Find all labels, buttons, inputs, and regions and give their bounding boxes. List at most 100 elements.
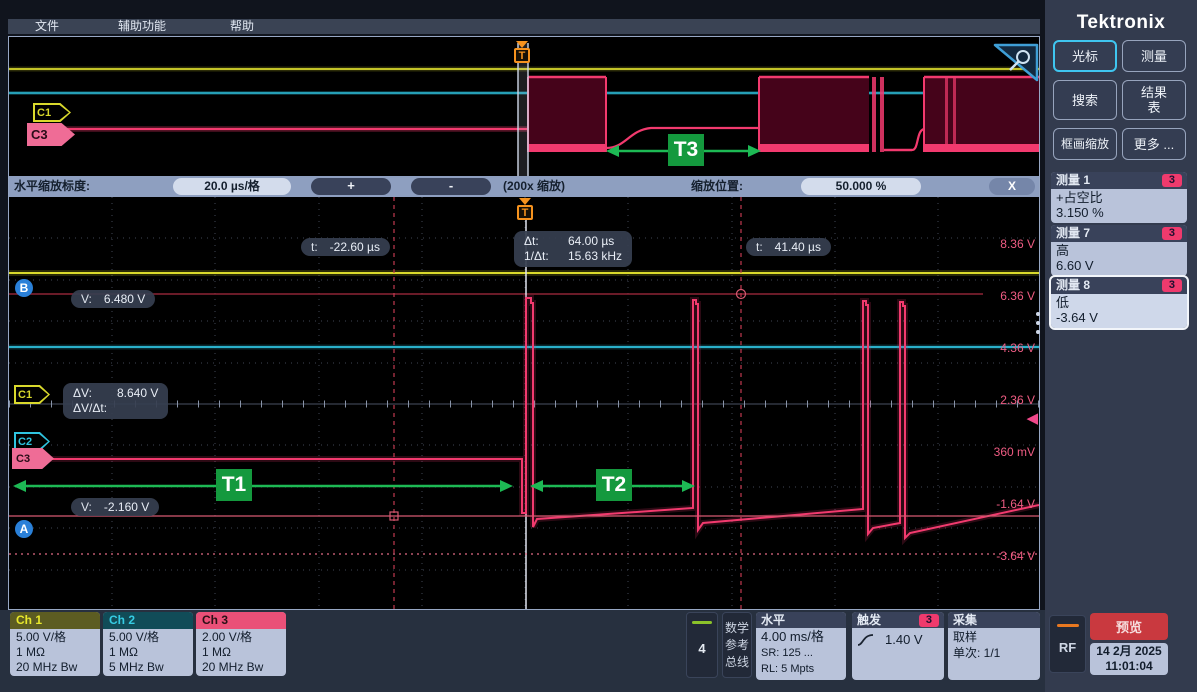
menu-help[interactable]: 帮助 <box>230 19 254 34</box>
channel-2-body: 5.00 V/格 1 MΩ 5 MHz Bw <box>103 629 193 676</box>
measurement-card-8-title: 测量 8 <box>1056 277 1090 294</box>
main-trigger-letter: T <box>522 207 529 219</box>
zoom-bar: 水平缩放标度: 20.0 µs/格 + - (200x 缩放) 缩放位置: 50… <box>9 176 1039 197</box>
acquisition-body: 取样 单次: 1/1 <box>948 628 1040 662</box>
measurement-card-8-body: 低 -3.64 V <box>1051 294 1187 328</box>
trigger-badge[interactable]: 触发 3 1.40 V <box>852 612 944 680</box>
measurement-card-1-source-badge: 3 <box>1162 174 1182 187</box>
channel-3-bandwidth: 20 MHz Bw <box>202 660 280 675</box>
channel-1-body: 5.00 V/格 1 MΩ 20 MHz Bw <box>10 629 100 676</box>
inv-dt-label: 1/Δt: <box>524 249 560 264</box>
zoom-out-button[interactable]: - <box>411 178 491 195</box>
panel-drag-handle[interactable] <box>1036 312 1040 334</box>
acquisition-mode: 取样 <box>953 629 1035 645</box>
rising-edge-icon <box>857 633 875 647</box>
cursor-a-voltage-value: -2.160 V <box>104 500 149 514</box>
bottom-bar: Ch 1 5.00 V/格 1 MΩ 20 MHz Bw Ch 2 5.00 V… <box>0 610 1045 692</box>
cursor-a-voltage-label: V: <box>81 500 92 514</box>
horizontal-body: 4.00 ms/格 SR: 125 ... RL: 5 Mpts <box>756 628 846 678</box>
menu-utility[interactable]: 辅助功能 <box>118 19 166 34</box>
main-trigger-marker[interactable]: T <box>517 205 533 220</box>
waveform-display: C1 C3 T T3 水平缩放标度: 20.0 µs/格 + - (200x 缩… <box>8 36 1040 610</box>
math-ref-bus-button[interactable]: 数学 参考 总线 <box>722 612 752 678</box>
channel-3-badge[interactable]: Ch 3 2.00 V/格 1 MΩ 20 MHz Bw <box>196 612 286 676</box>
measurement-card-7[interactable]: 测量 7 3 高 6.60 V <box>1051 225 1187 276</box>
channel-1-impedance: 1 MΩ <box>16 645 94 660</box>
results-table-button[interactable]: 结果 表 <box>1122 80 1186 120</box>
t1-annotation-label: T1 <box>216 469 252 501</box>
bus-label: 总线 <box>723 654 751 671</box>
overview-view[interactable]: C1 C3 T T3 <box>9 37 1039 176</box>
rf-color-dash <box>1057 624 1079 627</box>
datetime-box: 14 2月 2025 11:01:04 <box>1090 643 1168 675</box>
measurement-card-1-header: 测量 1 3 <box>1051 172 1187 189</box>
t2-annotation-label: T2 <box>596 469 632 501</box>
cursor-b-voltage-value: 6.480 V <box>104 292 145 306</box>
cursor-a-time-label: t: <box>311 240 318 254</box>
ch3-level-arrow-icon[interactable]: ◀ <box>1026 409 1038 427</box>
dv-value: 8.640 V <box>117 386 158 401</box>
measurement-card-1-title: 测量 1 <box>1056 172 1090 189</box>
delta-time-readout: Δt: 64.00 µs 1/Δt: 15.63 kHz <box>514 231 632 267</box>
channel-1-scale: 5.00 V/格 <box>16 630 94 645</box>
math-label: 数学 <box>723 620 751 637</box>
menu-file[interactable]: 文件 <box>35 19 59 34</box>
acquisition-badge[interactable]: 采集 取样 单次: 1/1 <box>948 612 1040 680</box>
search-button[interactable]: 搜索 <box>1053 80 1117 120</box>
cursor-b-time-label: t: <box>756 240 763 254</box>
dt-label: Δt: <box>524 234 560 249</box>
preview-button[interactable]: 预览 <box>1090 613 1168 640</box>
channel-2-impedance: 1 MΩ <box>109 645 187 660</box>
horizontal-title: 水平 <box>761 612 785 628</box>
measurement-card-1[interactable]: 测量 1 3 +占空比 3.150 % <box>1051 172 1187 223</box>
axis-label-2: 4.36 V <box>1000 341 1035 355</box>
waveform-4-badge[interactable]: 4 <box>686 612 718 678</box>
zoom-scale-label: 水平缩放标度: <box>14 176 90 197</box>
search-button-label: 搜索 <box>1072 93 1098 108</box>
zoomed-view[interactable]: T t: -22.60 µs Δt: 64.00 µs 1/Δt: 15.63 … <box>9 197 1039 609</box>
more-button[interactable]: 更多 ... <box>1122 128 1186 160</box>
cursor-a-time-readout: t: -22.60 µs <box>301 238 390 256</box>
zoom-close-button[interactable]: X <box>989 178 1035 195</box>
zoom-in-button[interactable]: + <box>311 178 391 195</box>
right-sidebar: Tektronix 光标 测量 搜索 结果 表 框画缩放 更多 ... 测量 1… <box>1045 0 1197 692</box>
acquisition-title: 采集 <box>953 612 977 628</box>
time-label: 11:01:04 <box>1090 659 1168 674</box>
rf-button[interactable]: RF <box>1049 615 1086 673</box>
measurement-card-8-value: -3.64 V <box>1056 310 1182 325</box>
zoom-overview-icon[interactable] <box>993 43 1039 83</box>
axis-label-5: -1.64 V <box>996 497 1035 511</box>
channel-3-body: 2.00 V/格 1 MΩ 20 MHz Bw <box>196 629 286 676</box>
horizontal-badge[interactable]: 水平 4.00 ms/格 SR: 125 ... RL: 5 Mpts <box>756 612 846 680</box>
channel-3-scale: 2.00 V/格 <box>202 630 280 645</box>
channel-2-bandwidth: 5 MHz Bw <box>109 660 187 675</box>
cursor-b-handle[interactable]: B <box>15 279 33 297</box>
measurement-card-7-source-badge: 3 <box>1162 227 1182 240</box>
cursors-button[interactable]: 光标 <box>1053 40 1117 72</box>
axis-label-0: 8.36 V <box>1000 237 1035 251</box>
channel-1-badge[interactable]: Ch 1 5.00 V/格 1 MΩ 20 MHz Bw <box>10 612 100 676</box>
tektronix-logo: Tektronix <box>1045 12 1197 34</box>
measurement-card-7-body: 高 6.60 V <box>1051 242 1187 276</box>
zoom-scale-value[interactable]: 20.0 µs/格 <box>173 178 291 195</box>
channel-2-badge[interactable]: Ch 2 5.00 V/格 1 MΩ 5 MHz Bw <box>103 612 193 676</box>
measurement-card-7-value: 6.60 V <box>1056 258 1182 273</box>
horizontal-scale: 4.00 ms/格 <box>761 629 841 645</box>
channel-3-impedance: 1 MΩ <box>202 645 280 660</box>
dv-label: ΔV: <box>73 386 109 401</box>
zoom-position-value[interactable]: 50.000 % <box>801 178 921 195</box>
measurement-card-8[interactable]: 测量 8 3 低 -3.64 V <box>1051 277 1187 328</box>
axis-label-4: 360 mV <box>994 445 1035 459</box>
zoom-position-label: 缩放位置: <box>691 176 743 197</box>
cursor-b-time-value: 41.40 µs <box>775 240 821 254</box>
menu-bar: 文件 辅助功能 帮助 <box>8 19 1040 34</box>
measurement-card-1-name: +占空比 <box>1056 190 1182 205</box>
draw-box-zoom-button[interactable]: 框画缩放 <box>1053 128 1117 160</box>
measurement-card-8-source-badge: 3 <box>1162 279 1182 292</box>
overview-trigger-marker[interactable]: T <box>514 48 530 63</box>
axis-label-6: -3.64 V <box>996 549 1035 563</box>
zoom-factor-label: (200x 缩放) <box>503 176 565 197</box>
waveform-4-color-dash <box>692 621 712 624</box>
measure-button[interactable]: 测量 <box>1122 40 1186 72</box>
cursor-a-handle[interactable]: A <box>15 520 33 538</box>
